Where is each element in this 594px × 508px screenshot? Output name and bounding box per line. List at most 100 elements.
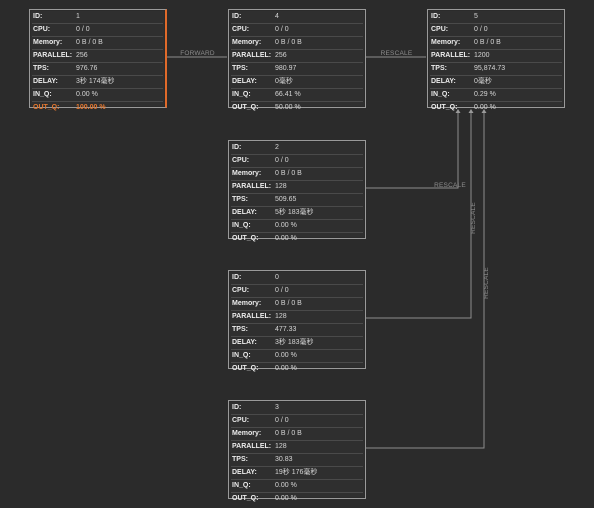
metric-row: ID: 5 (430, 11, 562, 24)
metric-value: 0.00 % (275, 365, 297, 372)
metric-row: OUT_Q: 0.00 % (231, 493, 363, 505)
metric-value: 0.00 % (275, 222, 297, 229)
metric-label: TPS: (232, 196, 248, 203)
metric-value: 0 / 0 (76, 26, 90, 33)
operator-node-4[interactable]: ID: 4 CPU: 0 / 0 Memory: 0 B / 0 B PARALLEL: 25… (228, 9, 366, 111)
metric-value: 50.00 % (275, 104, 301, 111)
metric-value: 3 (275, 404, 279, 411)
metric-row: CPU: 0 / 0 (231, 415, 363, 428)
metric-label: Memory: (232, 170, 262, 177)
metric-value: 0 / 0 (275, 287, 289, 294)
metric-value: 0毫秒 (275, 78, 293, 85)
metric-row: Memory: 0 B / 0 B (32, 37, 163, 50)
metric-label: TPS: (232, 326, 248, 333)
metric-row: DELAY: 3秒 183毫秒 (231, 337, 363, 350)
metric-row: CPU: 0 / 0 (231, 285, 363, 298)
metric-value: 0 B / 0 B (275, 39, 302, 46)
metric-label: CPU: (33, 26, 51, 33)
edge-label: RESCALE (381, 50, 413, 57)
metric-value: 0 B / 0 B (275, 170, 302, 177)
job-graph-canvas: FORWARD RESCALE RESCALE RESCALE RESCALE ID: 1… (0, 0, 594, 508)
operator-node-5[interactable]: ID: 5 CPU: 0 / 0 Memory: 0 B / 0 B PARALLEL: 12… (427, 9, 565, 111)
metric-value: 0.29 % (474, 91, 496, 98)
metric-value: 976.76 (76, 65, 98, 72)
metric-label: TPS: (431, 65, 447, 72)
metric-row: TPS: 980.97 (231, 63, 363, 76)
metric-label: DELAY: (232, 78, 257, 85)
metric-label: ID: (232, 144, 242, 151)
metric-row: DELAY: 5秒 183毫秒 (231, 207, 363, 220)
metric-label: CPU: (232, 287, 250, 294)
metric-value: 0 / 0 (275, 417, 289, 424)
metric-label: CPU: (232, 417, 250, 424)
operator-node-3[interactable]: ID: 3 CPU: 0 / 0 Memory: 0 B / 0 B PARALLEL: 12… (228, 400, 366, 502)
metric-label: ID: (232, 13, 242, 20)
metric-row: TPS: 30.83 (231, 454, 363, 467)
metric-row: Memory: 0 B / 0 B (231, 428, 363, 441)
metric-row: ID: 0 (231, 272, 363, 285)
metric-label: OUT_Q: (232, 235, 259, 242)
metric-row: OUT_Q: 100.00 % (32, 102, 163, 114)
metric-row: IN_Q: 0.00 % (231, 480, 363, 493)
edge-label: RESCALE (470, 202, 477, 234)
metric-value: 30.83 (275, 456, 293, 463)
metric-row: ID: 3 (231, 402, 363, 415)
edge-4-to-5: RESCALE (366, 50, 426, 58)
metric-label: CPU: (232, 157, 250, 164)
metric-value: 0.00 % (275, 352, 297, 359)
metric-value: 0 / 0 (474, 26, 488, 33)
metric-row: CPU: 0 / 0 (32, 24, 163, 37)
metric-label: PARALLEL: (33, 52, 73, 59)
metric-value: 256 (275, 52, 287, 59)
metric-row: OUT_Q: 0.00 % (231, 363, 363, 375)
metric-value: 128 (275, 443, 287, 450)
metric-label: OUT_Q: (232, 365, 259, 372)
metric-row: Memory: 0 B / 0 B (430, 37, 562, 50)
metric-row: Memory: 0 B / 0 B (231, 37, 363, 50)
edge-1-to-4: FORWARD (167, 50, 227, 58)
metric-value: 66.41 % (275, 91, 301, 98)
metric-row: PARALLEL: 128 (231, 441, 363, 454)
metric-value: 0毫秒 (474, 78, 492, 85)
metric-value: 509.65 (275, 196, 297, 203)
metric-label: ID: (33, 13, 43, 20)
operator-node-0[interactable]: ID: 0 CPU: 0 / 0 Memory: 0 B / 0 B PARALLEL: 12… (228, 270, 366, 372)
metric-label: IN_Q: (232, 482, 251, 489)
metric-value: 0.00 % (275, 482, 297, 489)
metric-value: 128 (275, 183, 287, 190)
metric-value: 0 / 0 (275, 26, 289, 33)
operator-node-2[interactable]: ID: 2 CPU: 0 / 0 Memory: 0 B / 0 B PARALLEL: 12… (228, 140, 366, 242)
metric-label: DELAY: (232, 209, 257, 216)
edge-label: RESCALE (434, 182, 466, 189)
metric-label: TPS: (232, 65, 248, 72)
metric-value: 256 (76, 52, 88, 59)
operator-node-1[interactable]: ID: 1 CPU: 0 / 0 Memory: 0 B / 0 B PARALLEL: 25… (29, 9, 167, 111)
metric-row: IN_Q: 0.00 % (32, 89, 163, 102)
metric-label: OUT_Q: (33, 104, 60, 111)
metric-label: DELAY: (232, 469, 257, 476)
metric-value: 0 B / 0 B (275, 300, 302, 307)
metric-value: 3秒 183毫秒 (275, 339, 314, 346)
edge-line (366, 112, 459, 189)
metric-label: DELAY: (33, 78, 58, 85)
metric-row: TPS: 509.65 (231, 194, 363, 207)
metric-row: PARALLEL: 256 (231, 50, 363, 63)
metric-row: DELAY: 3秒 174毫秒 (32, 76, 163, 89)
metric-value: 100.00 % (76, 104, 106, 111)
metric-label: IN_Q: (431, 91, 450, 98)
metric-value: 19秒 176毫秒 (275, 469, 318, 476)
metric-row: PARALLEL: 128 (231, 181, 363, 194)
metric-value: 3秒 174毫秒 (76, 78, 115, 85)
edge-2-to-5: RESCALE (366, 109, 466, 189)
metric-label: PARALLEL: (232, 183, 272, 190)
metric-value: 1 (76, 13, 80, 20)
metric-value: 0.00 % (474, 104, 496, 111)
metric-label: IN_Q: (232, 222, 251, 229)
metric-row: TPS: 477.33 (231, 324, 363, 337)
edge-0-to-5: RESCALE (366, 109, 477, 319)
metric-label: Memory: (431, 39, 461, 46)
metric-label: CPU: (431, 26, 449, 33)
edge-label: RESCALE (483, 267, 490, 299)
metric-value: 1200 (474, 52, 490, 59)
metric-label: TPS: (33, 65, 49, 72)
